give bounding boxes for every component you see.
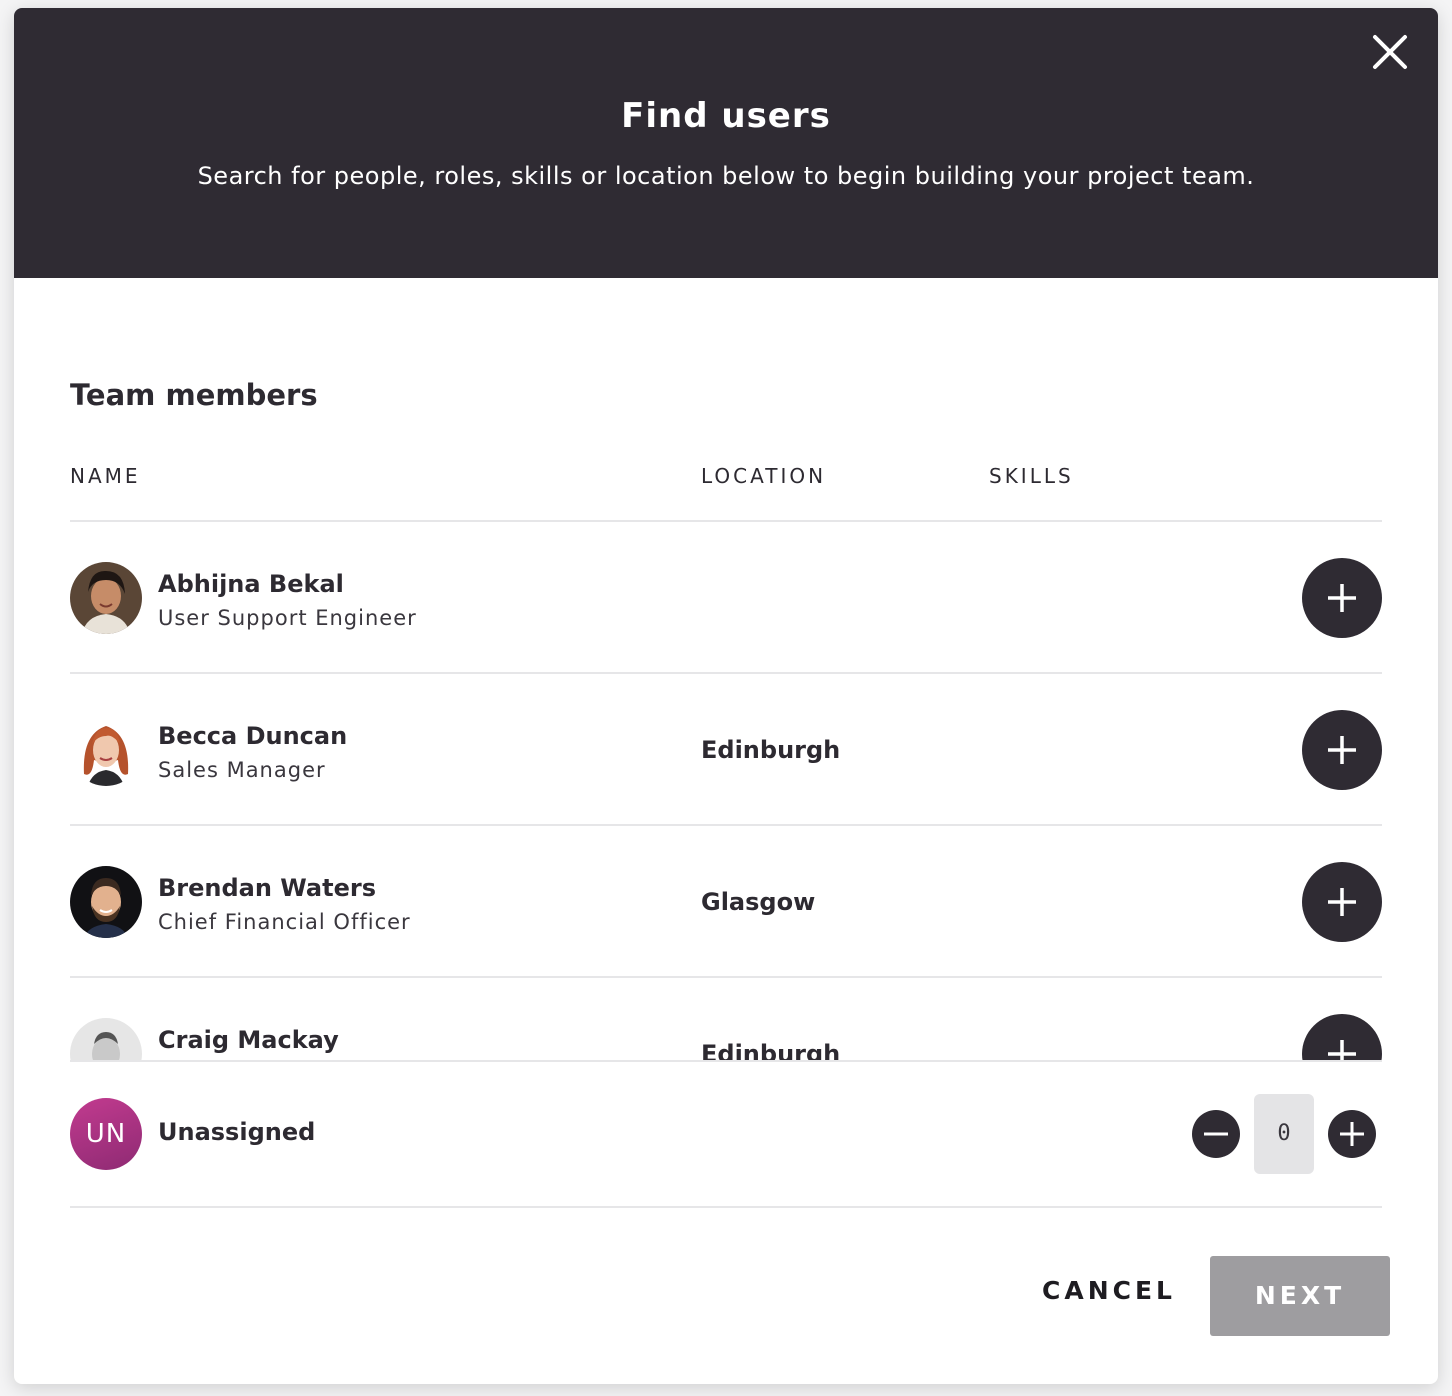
member-location: Edinburgh <box>701 736 841 764</box>
add-member-button[interactable] <box>1302 710 1382 790</box>
add-member-button[interactable] <box>1302 862 1382 942</box>
column-header-location: LOCATION <box>701 464 827 488</box>
cancel-button[interactable]: CANCEL <box>1034 1276 1184 1318</box>
increment-button[interactable] <box>1328 1110 1376 1158</box>
unassigned-row: UN Unassigned 0 <box>70 1094 1382 1174</box>
unassigned-avatar: UN <box>70 1098 142 1170</box>
modal-subtitle: Search for people, roles, skills or loca… <box>197 162 1255 190</box>
member-name: Abhijna Bekal <box>158 570 344 598</box>
next-button[interactable]: NEXT <box>1210 1256 1390 1336</box>
member-name: Brendan Waters <box>158 874 376 902</box>
add-member-button[interactable] <box>1302 558 1382 638</box>
team-members-list[interactable]: Abhijna Bekal User Support Engineer Becc… <box>70 522 1382 1062</box>
member-role: User Support Engineer <box>158 606 417 630</box>
list-item: Becca Duncan Sales Manager Edinburgh <box>70 674 1382 826</box>
plus-icon <box>1340 1122 1364 1146</box>
decrement-button[interactable] <box>1192 1110 1240 1158</box>
member-location: Edinburgh <box>701 1040 841 1062</box>
member-name: Craig Mackay <box>158 1026 339 1054</box>
close-icon <box>1373 35 1407 69</box>
footer-divider <box>70 1206 1382 1208</box>
add-member-button[interactable] <box>1302 1014 1382 1062</box>
plus-icon <box>1328 736 1356 764</box>
avatar <box>70 714 142 786</box>
member-name: Becca Duncan <box>158 722 348 750</box>
plus-icon <box>1328 888 1356 916</box>
section-title: Team members <box>70 378 318 412</box>
find-users-modal: Find users Search for people, roles, ski… <box>14 8 1438 1384</box>
list-bottom-divider <box>70 1060 1382 1062</box>
unassigned-label: Unassigned <box>158 1118 316 1146</box>
minus-icon <box>1204 1132 1228 1136</box>
member-location: Glasgow <box>701 888 816 916</box>
avatar <box>70 866 142 938</box>
modal-title: Find users <box>621 96 831 136</box>
list-item: Craig Mackay Edinburgh <box>70 978 1382 1062</box>
unassigned-count-input[interactable]: 0 <box>1254 1094 1314 1174</box>
avatar <box>70 562 142 634</box>
modal-header: Find users Search for people, roles, ski… <box>14 8 1438 278</box>
plus-icon <box>1328 1040 1356 1062</box>
member-role: Sales Manager <box>158 758 326 782</box>
column-header-name: NAME <box>70 464 141 488</box>
list-item: Abhijna Bekal User Support Engineer <box>70 522 1382 674</box>
column-header-skills: SKILLS <box>989 464 1074 488</box>
plus-icon <box>1328 584 1356 612</box>
list-item: Brendan Waters Chief Financial Officer G… <box>70 826 1382 978</box>
member-role: Chief Financial Officer <box>158 910 411 934</box>
close-button[interactable] <box>1372 34 1408 70</box>
avatar <box>70 1018 142 1062</box>
